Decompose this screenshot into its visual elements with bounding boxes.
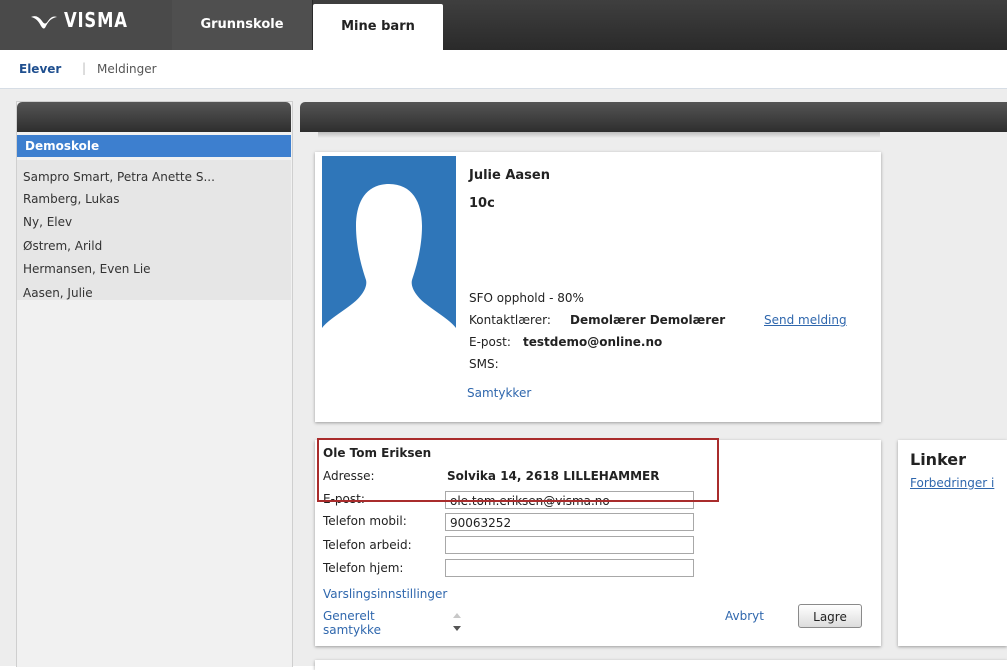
- logo-text: VISMA: [64, 8, 128, 32]
- work-phone-label: Telefon arbeid:: [323, 538, 412, 552]
- subnav-elever-link[interactable]: Elever: [19, 62, 61, 76]
- work-phone-field[interactable]: [445, 536, 694, 554]
- sms-label: SMS:: [469, 357, 499, 371]
- visma-logo-mark-icon: [31, 16, 57, 29]
- general-consent-link[interactable]: Generelt samtykke: [323, 609, 418, 637]
- student-class: 10c: [469, 196, 495, 211]
- mobile-phone-field[interactable]: 90063252: [445, 513, 694, 531]
- contact-teacher-label: Kontaktlærer:: [469, 313, 551, 327]
- avatar: [322, 156, 456, 356]
- sidebar-header: [17, 102, 291, 132]
- student-list-item[interactable]: Hermansen, Even Lie: [23, 262, 151, 276]
- visma-logo[interactable]: VISMA: [0, 0, 173, 50]
- cancel-link[interactable]: Avbryt: [725, 609, 764, 623]
- subnav-meldinger-link[interactable]: Meldinger: [97, 62, 157, 76]
- save-button[interactable]: Lagre: [798, 604, 862, 628]
- header-shadow: [318, 132, 880, 138]
- sfo-status: SFO opphold - 80%: [469, 291, 584, 305]
- subnav-separator: |: [82, 61, 87, 75]
- main-panel-header: [300, 102, 1007, 132]
- student-list-item[interactable]: Sampro Smart, Petra Anette S...: [23, 170, 215, 184]
- student-list-item[interactable]: Ny, Elev: [23, 215, 72, 229]
- student-name: Julie Aasen: [469, 168, 550, 183]
- student-list-item[interactable]: Ramberg, Lukas: [23, 192, 120, 206]
- student-list-item[interactable]: Aasen, Julie: [23, 286, 93, 300]
- send-message-link[interactable]: Send melding: [764, 313, 847, 327]
- next-card: [315, 660, 1007, 670]
- links-title: Linker: [910, 450, 967, 469]
- home-phone-field[interactable]: [445, 559, 694, 577]
- tab-mine-barn[interactable]: Mine barn: [313, 4, 443, 50]
- highlight-box: [317, 438, 719, 502]
- student-list-item[interactable]: Østrem, Arild: [23, 239, 102, 253]
- notification-settings-link[interactable]: Varslingsinnstillinger: [323, 587, 447, 601]
- links-first-link[interactable]: Forbedringer i: [910, 476, 994, 490]
- mobile-phone-label: Telefon mobil:: [323, 514, 407, 528]
- student-email-label: E-post:: [469, 335, 511, 349]
- school-heading[interactable]: Demoskole: [17, 135, 291, 157]
- person-silhouette-icon: [322, 184, 456, 356]
- links-card: [898, 440, 1007, 646]
- contact-teacher-name: Demolærer Demolærer: [570, 313, 726, 327]
- home-phone-label: Telefon hjem:: [323, 561, 404, 575]
- tab-grunnskole[interactable]: Grunnskole: [172, 0, 313, 50]
- consent-link[interactable]: Samtykker: [467, 386, 531, 400]
- scroll-arrows-icon[interactable]: [451, 610, 463, 634]
- school-name: Demoskole: [25, 139, 100, 153]
- student-email: testdemo@online.no: [523, 335, 663, 349]
